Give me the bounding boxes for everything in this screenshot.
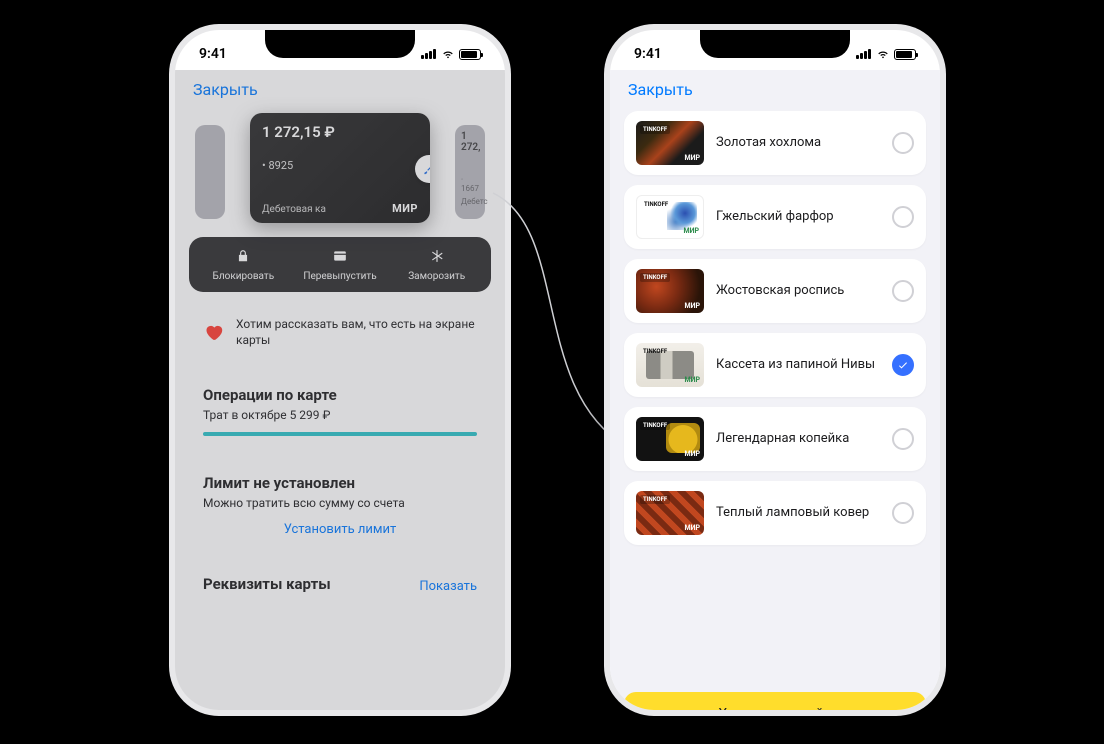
- phone-card-designs: 9:41 Закрыть TINKOFFМИР Золотая хохлома …: [610, 30, 940, 710]
- brush-icon: [422, 162, 430, 176]
- lock-icon: [236, 249, 250, 263]
- limit-panel: Лимит не установлен Можно тратить всю су…: [189, 460, 491, 551]
- design-thumbnail: TINKOFFМИР: [636, 417, 704, 461]
- design-option[interactable]: TINKOFFМИР Золотая хохлома: [624, 111, 926, 175]
- close-button[interactable]: Закрыть: [193, 80, 258, 99]
- card-details-panel: Реквизиты карты Показать: [189, 561, 491, 611]
- radio-unchecked-icon[interactable]: [892, 206, 914, 228]
- close-button[interactable]: Закрыть: [628, 80, 693, 99]
- cellular-icon: [421, 49, 437, 59]
- snowflake-icon: [430, 249, 444, 263]
- reissue-label: Перевыпустить: [292, 271, 389, 282]
- card-number: • 8925: [262, 159, 418, 172]
- design-option[interactable]: TINKOFFМИР Кассета из папиной Нивы: [624, 333, 926, 397]
- peek-type: Дебетс: [455, 193, 485, 206]
- radio-unchecked-icon[interactable]: [892, 132, 914, 154]
- operations-panel[interactable]: Операции по карте Трат в октябре 5 299 ₽: [189, 372, 491, 450]
- design-list[interactable]: TINKOFFМИР Золотая хохлома TINKOFFМИР Гж…: [610, 107, 940, 709]
- design-thumbnail: TINKOFFМИР: [636, 269, 704, 313]
- design-thumbnail: TINKOFFМИР: [636, 121, 704, 165]
- notch: [265, 30, 415, 58]
- payment-system-label: МИР: [392, 202, 418, 215]
- peek-number: · 1667: [455, 153, 485, 193]
- freeze-label: Заморозить: [388, 271, 485, 282]
- card-reissue-icon: [332, 249, 348, 263]
- battery-icon: [894, 49, 916, 60]
- spending-progress: [203, 432, 477, 436]
- tip-text: Хотим рассказать вам, что есть на экране…: [236, 316, 477, 348]
- phone-card-details: 9:41 Закрыть 1 272,15 ₽ • 8925 Дебетовая…: [175, 30, 505, 710]
- active-card[interactable]: 1 272,15 ₽ • 8925 Дебетовая ка МИР: [250, 113, 430, 223]
- wifi-icon: [441, 49, 455, 59]
- show-details-button[interactable]: Показать: [419, 579, 477, 594]
- design-name: Теплый ламповый ковер: [716, 505, 880, 522]
- card-actions-bar: Блокировать Перевыпустить Заморозить: [189, 237, 491, 292]
- peek-balance: 1 272,: [455, 125, 485, 153]
- tip-panel[interactable]: Хотим рассказать вам, что есть на экране…: [189, 302, 491, 362]
- card-carousel[interactable]: 1 272,15 ₽ • 8925 Дебетовая ка МИР 1 272…: [175, 107, 505, 237]
- limit-subtitle: Можно тратить всю сумму со счета: [203, 496, 477, 510]
- details-title: Реквизиты карты: [203, 575, 331, 593]
- design-thumbnail: TINKOFFМИР: [636, 343, 704, 387]
- design-option[interactable]: TINKOFFМИР Теплый ламповый ковер: [624, 481, 926, 545]
- design-name: Жостовская роспись: [716, 283, 880, 300]
- status-time: 9:41: [634, 46, 662, 62]
- operations-title: Операции по карте: [203, 386, 477, 404]
- customize-card-button[interactable]: [415, 155, 430, 183]
- heart-icon: [203, 320, 224, 344]
- design-option[interactable]: TINKOFFМИР Гжельский фарфор: [624, 185, 926, 249]
- design-option[interactable]: TINKOFFМИР Легендарная копейка: [624, 407, 926, 471]
- design-name: Легендарная копейка: [716, 431, 880, 448]
- card-balance: 1 272,15 ₽: [262, 123, 418, 141]
- wifi-icon: [876, 49, 890, 59]
- block-card-button[interactable]: Блокировать: [195, 249, 292, 282]
- operations-subtitle: Трат в октябре 5 299 ₽: [203, 408, 477, 422]
- card-peek-next[interactable]: 1 272, · 1667 Дебетс: [455, 125, 485, 219]
- radio-unchecked-icon[interactable]: [892, 428, 914, 450]
- set-limit-button[interactable]: Установить лимит: [203, 522, 477, 537]
- radio-unchecked-icon[interactable]: [892, 280, 914, 302]
- battery-icon: [459, 49, 481, 60]
- freeze-card-button[interactable]: Заморозить: [388, 249, 485, 282]
- block-label: Блокировать: [195, 271, 292, 282]
- status-time: 9:41: [199, 46, 227, 62]
- design-name: Золотая хохлома: [716, 135, 880, 152]
- reissue-card-button[interactable]: Перевыпустить: [292, 249, 389, 282]
- card-type-label: Дебетовая ка: [262, 204, 326, 215]
- radio-unchecked-icon[interactable]: [892, 502, 914, 524]
- design-name: Гжельский фарфор: [716, 209, 880, 226]
- flow-connector: [490, 190, 630, 450]
- card-peek-prev[interactable]: [195, 125, 225, 219]
- design-thumbnail: TINKOFFМИР: [636, 195, 704, 239]
- cellular-icon: [856, 49, 872, 59]
- limit-title: Лимит не установлен: [203, 474, 477, 492]
- apply-design-button[interactable]: Хочу этот дизайн: [624, 692, 926, 710]
- design-option[interactable]: TINKOFFМИР Жостовская роспись: [624, 259, 926, 323]
- notch: [700, 30, 850, 58]
- design-name: Кассета из папиной Нивы: [716, 357, 880, 374]
- radio-checked-icon[interactable]: [892, 354, 914, 376]
- design-thumbnail: TINKOFFМИР: [636, 491, 704, 535]
